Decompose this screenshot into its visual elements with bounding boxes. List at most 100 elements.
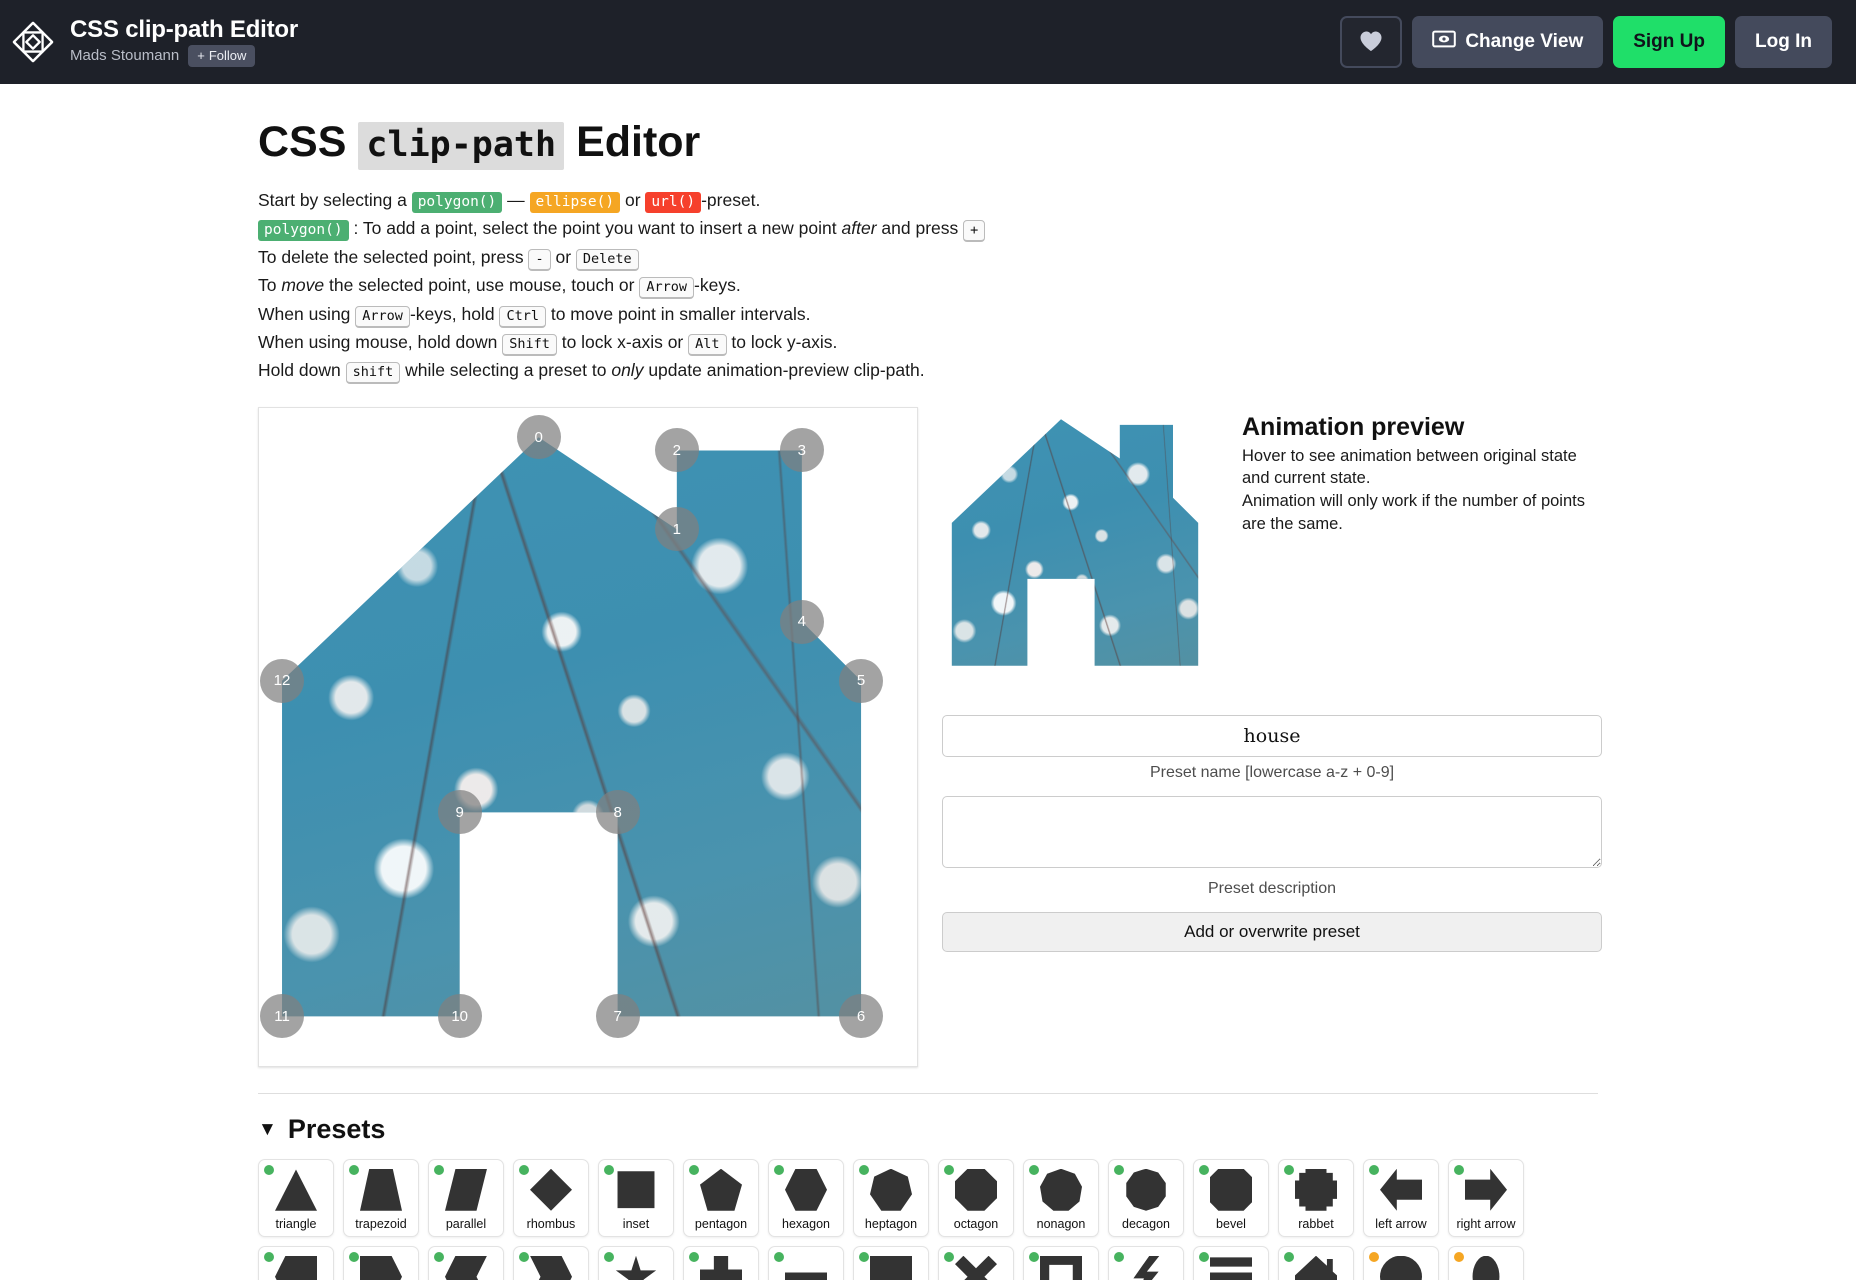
left-chev-icon: [445, 1255, 487, 1280]
key-plus: +: [963, 220, 986, 243]
left-arrow-icon: [1380, 1168, 1422, 1211]
instruction-line-5: When using Arrow -keys, hold Ctrl to move…: [258, 300, 1598, 328]
chevron-down-icon: ▼: [258, 1118, 277, 1140]
clip-path-editor-canvas[interactable]: 0 1 2 3 4 5 6 7 8 9 10 11 12: [258, 406, 918, 1067]
preset-tile-bevel[interactable]: bevel: [1193, 1158, 1269, 1237]
preset-tile-frame[interactable]: frame: [1023, 1245, 1099, 1280]
preset-status-dot: [859, 1251, 869, 1262]
animation-preview-shape[interactable]: [942, 407, 1222, 687]
rabbet-icon: [1295, 1168, 1337, 1211]
point-handle-12[interactable]: 12: [260, 658, 305, 703]
minus-icon: [785, 1272, 827, 1280]
preset-tile-lightning[interactable]: lightning: [1108, 1245, 1184, 1280]
point-handle-4[interactable]: 4: [779, 599, 824, 644]
preset-tile-minus[interactable]: minus: [768, 1245, 844, 1280]
add-or-overwrite-preset-button[interactable]: Add or overwrite preset: [942, 911, 1602, 952]
text: To delete the selected point, press: [258, 246, 524, 267]
preset-tile-left-chev[interactable]: left chev: [428, 1245, 504, 1280]
preset-tile-decagon[interactable]: decagon: [1108, 1158, 1184, 1237]
sign-up-button[interactable]: Sign Up: [1613, 16, 1726, 68]
point-handle-8[interactable]: 8: [595, 790, 640, 835]
preset-tile-label: parallel: [445, 1216, 487, 1231]
url-tag[interactable]: url(): [645, 192, 702, 213]
instruction-line-7: Hold down shift while selecting a preset…: [258, 356, 1598, 385]
text: Start by selecting a: [258, 190, 407, 210]
preset-tile-left-point[interactable]: left point: [258, 1245, 334, 1280]
plus-icon: +: [197, 47, 205, 63]
key-alt: Alt: [688, 334, 727, 356]
preset-tile-message[interactable]: message: [853, 1245, 929, 1280]
preset-tile-circle[interactable]: circle: [1363, 1245, 1439, 1280]
preset-status-dot: [349, 1251, 359, 1262]
preset-status-dot: [1284, 1251, 1294, 1262]
ellipse-tag[interactable]: ellipse(): [529, 192, 621, 213]
point-handle-7[interactable]: 7: [595, 994, 640, 1039]
preset-status-dot: [689, 1251, 699, 1262]
preset-tile-parallel[interactable]: parallel: [428, 1158, 504, 1237]
preset-tile-rhombus[interactable]: rhombus: [513, 1158, 589, 1237]
preset-tile-label: decagon: [1122, 1216, 1170, 1231]
preset-status-dot: [1114, 1251, 1124, 1262]
point-handle-11[interactable]: 11: [260, 994, 305, 1039]
preset-tile-right-chev[interactable]: right chev: [513, 1245, 589, 1280]
cube-logo-icon[interactable]: [10, 19, 56, 65]
point-handle-9[interactable]: 9: [437, 790, 482, 835]
preset-tile-right-arrow[interactable]: right arrow: [1448, 1158, 1524, 1237]
point-handle-6[interactable]: 6: [839, 994, 884, 1039]
preset-description-input[interactable]: [942, 795, 1602, 868]
preset-status-dot: [774, 1164, 784, 1175]
bevel-icon: [1210, 1168, 1252, 1211]
triangle-icon: [275, 1169, 317, 1211]
heart-icon: [1359, 30, 1383, 55]
favorite-button[interactable]: [1340, 16, 1403, 68]
point-handle-2[interactable]: 2: [654, 428, 699, 473]
key-arrow-2: Arrow: [355, 305, 410, 328]
preset-tile-house[interactable]: house: [1278, 1245, 1354, 1280]
right-arrow-icon: [1465, 1168, 1507, 1211]
point-handle-1[interactable]: 1: [654, 507, 699, 552]
text: Hold down: [258, 360, 341, 381]
emphasis: only: [611, 360, 644, 381]
hexagon-icon: [785, 1168, 827, 1211]
animation-preview-line-1: Hover to see animation between original …: [1242, 446, 1577, 465]
preset-tile-trapezoid[interactable]: trapezoid: [343, 1158, 419, 1237]
presets-section-toggle[interactable]: ▼ Presets: [258, 1114, 1598, 1145]
preset-tile-left-arrow[interactable]: left arrow: [1363, 1158, 1439, 1237]
point-handle-5[interactable]: 5: [839, 658, 884, 703]
preset-tile-rabbet[interactable]: rabbet: [1278, 1158, 1354, 1237]
preset-name-input[interactable]: [942, 714, 1602, 757]
polygon-tag[interactable]: polygon(): [411, 192, 503, 213]
preset-tile-triangle[interactable]: triangle: [258, 1158, 334, 1237]
text: : To add a point, select the point you w…: [353, 218, 837, 239]
preset-form: Preset name [lowercase a-z + 0-9] Preset…: [942, 714, 1602, 952]
point-handle-3[interactable]: 3: [779, 428, 824, 473]
point-handle-0[interactable]: 0: [516, 415, 561, 460]
preset-tile-label: trapezoid: [355, 1216, 407, 1231]
preset-tile-ellipse[interactable]: ellipse: [1448, 1245, 1524, 1280]
text: and press: [881, 218, 959, 239]
preset-tile-inset[interactable]: inset: [598, 1158, 674, 1237]
preset-tile-nonagon[interactable]: nonagon: [1023, 1158, 1099, 1237]
text: -keys.: [694, 275, 741, 296]
preview-branch-layer: [951, 419, 1199, 666]
instructions-block: Start by selecting a polygon() — ellipse…: [258, 186, 1598, 385]
heptagon-icon: [870, 1168, 912, 1211]
preset-tile-octagon[interactable]: octagon: [938, 1158, 1014, 1237]
follow-button[interactable]: + Follow: [188, 44, 256, 67]
preset-tile-plus[interactable]: plus: [683, 1245, 759, 1280]
octagon-icon: [955, 1168, 997, 1211]
preset-tile-star[interactable]: star: [598, 1245, 674, 1280]
preset-tile-blinds[interactable]: blinds: [1193, 1245, 1269, 1280]
preset-tile-hexagon[interactable]: hexagon: [768, 1158, 844, 1237]
text: When using mouse, hold down: [258, 332, 498, 352]
key-delete: Delete: [575, 248, 639, 271]
point-handle-10[interactable]: 10: [437, 994, 482, 1039]
text: update animation-preview clip-path.: [648, 360, 925, 381]
preset-tile-close[interactable]: close: [938, 1245, 1014, 1280]
log-in-button[interactable]: Log In: [1735, 16, 1832, 68]
preset-tile-pentagon[interactable]: pentagon: [683, 1158, 759, 1237]
preset-status-dot: [434, 1251, 444, 1262]
change-view-button[interactable]: Change View: [1412, 16, 1604, 68]
preset-tile-heptagon[interactable]: heptagon: [853, 1158, 929, 1237]
preset-tile-right-point[interactable]: right point: [343, 1245, 419, 1280]
